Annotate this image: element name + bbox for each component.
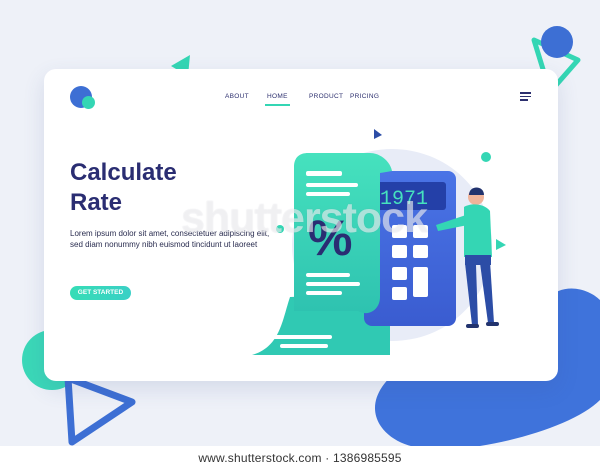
small-teal-dot (481, 152, 491, 162)
footer-bar: www.shutterstock.com · 1386985595 (0, 446, 600, 470)
nav-item-pricing[interactable]: PRICING (350, 93, 379, 100)
nav-item-product[interactable]: PRODUCT (309, 93, 343, 100)
small-navy-triangle (374, 129, 382, 139)
footer-url: www.shutterstock.com · 1386985595 (198, 451, 402, 465)
watermark-text: shutterstock (180, 194, 428, 242)
blue-circle-shape (541, 26, 573, 58)
logo-accent (82, 96, 95, 109)
hamburger-menu-icon[interactable] (520, 92, 531, 101)
get-started-button[interactable]: GET STARTED (70, 286, 131, 300)
calculator-illustration: 1971 % (252, 129, 506, 355)
nav-item-about[interactable]: ABOUT (225, 93, 249, 100)
blue-triangle-outline (64, 374, 136, 446)
small-teal-triangle (496, 239, 506, 250)
nav-item-home[interactable]: HOME (265, 93, 290, 106)
